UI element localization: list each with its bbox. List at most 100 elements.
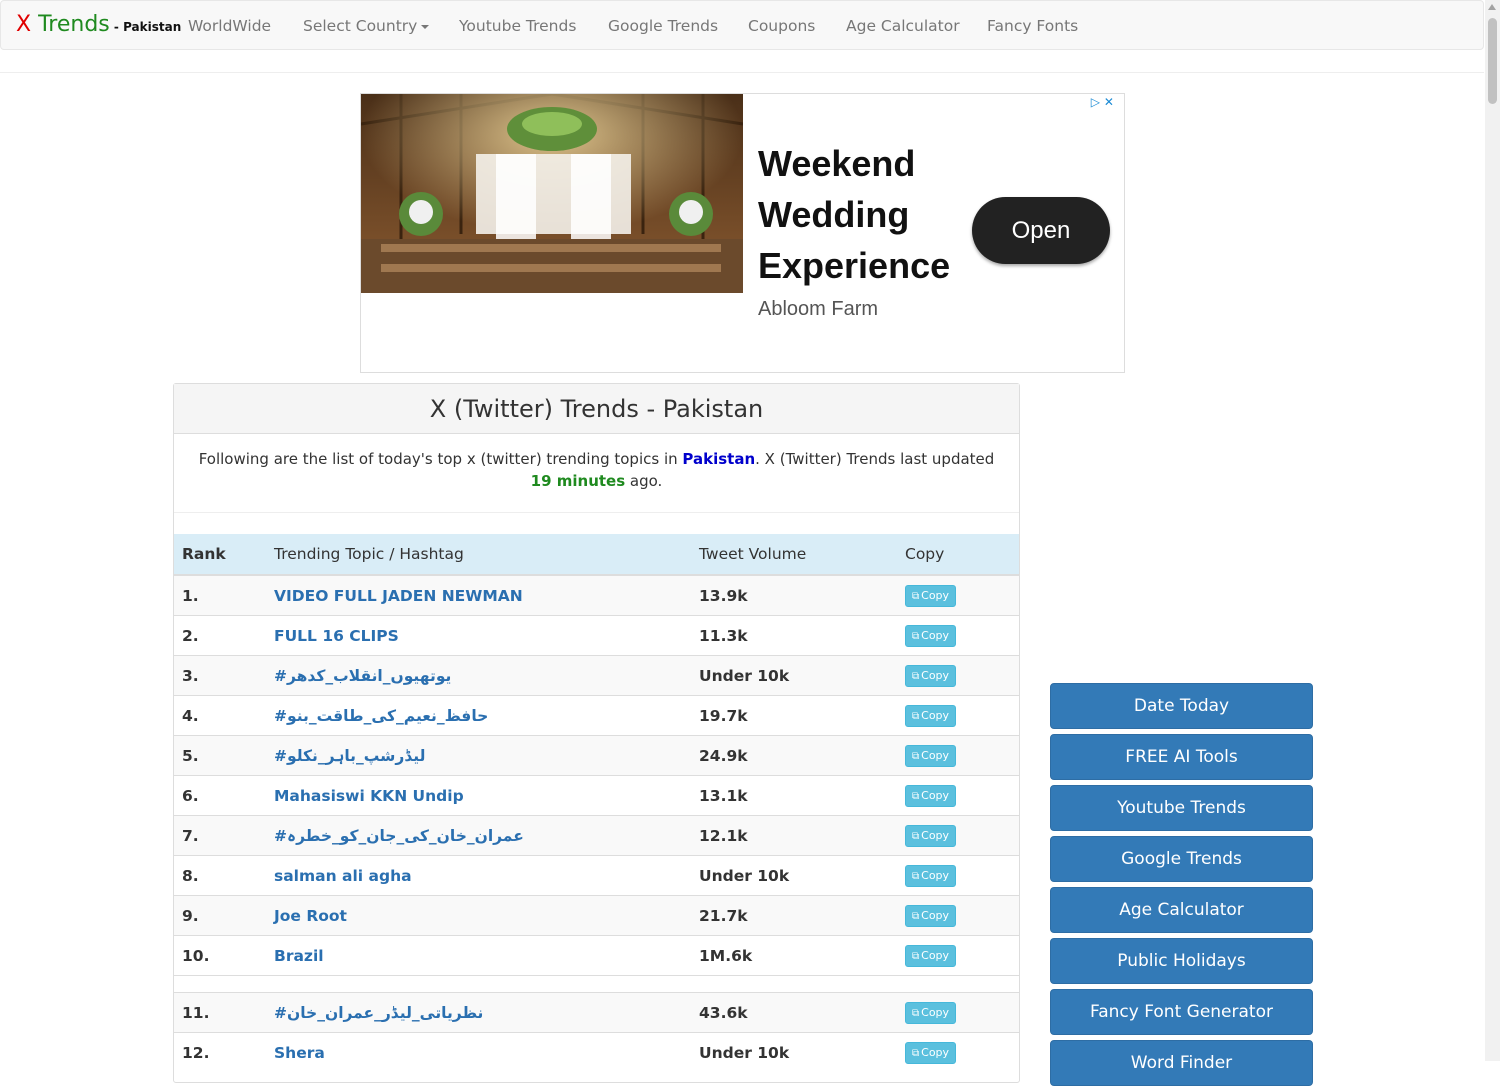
copy-icon: ⧉ [912, 830, 920, 842]
ad-image[interactable] [361, 94, 743, 293]
brand-logo[interactable]: X Trends - Pakistan [16, 12, 181, 37]
topic-link[interactable]: Shera [274, 1044, 325, 1062]
copy-button[interactable]: ⧉ Copy [905, 1041, 957, 1064]
copy-icon: ⧉ [912, 790, 920, 802]
rank-cell: 1. [174, 574, 266, 616]
page-scrollbar[interactable] [1485, 0, 1500, 1061]
volume-cell: 1M.6k [691, 935, 897, 976]
copy-icon: ⧉ [912, 590, 920, 602]
sidebar-button-free-ai-tools[interactable]: FREE AI Tools [1050, 734, 1313, 780]
scroll-up-icon[interactable] [1488, 4, 1496, 10]
volume-cell: Under 10k [691, 655, 897, 696]
copy-button[interactable]: ⧉ Copy [905, 664, 957, 687]
volume-cell: 43.6k [691, 992, 897, 1033]
copy-button[interactable]: ⧉ Copy [905, 584, 957, 607]
panel-title: X (Twitter) Trends - Pakistan [174, 384, 1019, 434]
nav-coupons[interactable]: Coupons [748, 17, 815, 35]
copy-cell: ⧉ Copy [897, 935, 1019, 976]
copy-button[interactable]: ⧉ Copy [905, 1001, 957, 1024]
topic-link[interactable]: #لیڈرشپ_باہر_نکلو [274, 747, 425, 765]
volume-cell: Under 10k [691, 855, 897, 896]
topic-link[interactable]: #یوتھیوں_انقلاب_کدھر [274, 667, 451, 685]
sidebar-button-youtube-trends[interactable]: Youtube Trends [1050, 785, 1313, 831]
nav-youtube-trends[interactable]: Youtube Trends [459, 17, 576, 35]
copy-button[interactable]: ⧉ Copy [905, 944, 957, 967]
country-name: Pakistan [682, 450, 756, 468]
table-spacer-row [174, 975, 1019, 993]
intro-post: ago. [625, 472, 663, 490]
table-row: 6. Mahasiswi KKN Undip 13.1k ⧉ Copy [174, 775, 1019, 816]
rank-cell: 12. [174, 1032, 266, 1072]
table-row: 3. #یوتھیوں_انقلاب_کدھر Under 10k ⧉ Copy [174, 655, 1019, 696]
topic-link[interactable]: FULL 16 CLIPS [274, 627, 399, 645]
sidebar-button-word-finder[interactable]: Word Finder [1050, 1040, 1313, 1086]
copy-button[interactable]: ⧉ Copy [905, 704, 957, 727]
topic-link[interactable]: Joe Root [274, 907, 347, 925]
copy-label: Copy [921, 588, 950, 602]
brand-country: - Pakistan [109, 20, 182, 34]
copy-label: Copy [921, 948, 950, 962]
sidebar-button-google-trends[interactable]: Google Trends [1050, 836, 1313, 882]
intro-pre: Following are the list of today's top x … [198, 450, 683, 468]
topic-link[interactable]: #حافظ_نعیم_کی_طاقت_بنو [274, 707, 488, 725]
topic-cell: Mahasiswi KKN Undip [266, 775, 691, 816]
ad-choices-icon[interactable]: ▷✕ [1091, 95, 1118, 109]
scrollbar-thumb[interactable] [1488, 18, 1497, 104]
topic-cell: VIDEO FULL JADEN NEWMAN [266, 574, 691, 616]
nav-google-trends[interactable]: Google Trends [608, 17, 718, 35]
brand-trends: Trends [31, 12, 110, 37]
topic-link[interactable]: VIDEO FULL JADEN NEWMAN [274, 587, 523, 605]
divider [0, 72, 1484, 73]
topic-cell: FULL 16 CLIPS [266, 615, 691, 656]
table-row: 4. #حافظ_نعیم_کی_طاقت_بنو 19.7k ⧉ Copy [174, 695, 1019, 736]
topic-link[interactable]: salman ali agha [274, 867, 412, 885]
copy-label: Copy [921, 628, 950, 642]
copy-label: Copy [921, 1045, 950, 1059]
table-row: 8. salman ali agha Under 10k ⧉ Copy [174, 855, 1019, 896]
copy-cell: ⧉ Copy [897, 574, 1019, 616]
trends-table: Rank Trending Topic / Hashtag Tweet Volu… [174, 534, 1019, 1072]
topic-link[interactable]: Mahasiswi KKN Undip [274, 787, 464, 805]
copy-button[interactable]: ⧉ Copy [905, 904, 957, 927]
volume-cell: Under 10k [691, 1032, 897, 1072]
nav-age-calculator[interactable]: Age Calculator [846, 17, 960, 35]
nav-worldwide[interactable]: WorldWide [188, 17, 271, 35]
copy-label: Copy [921, 668, 950, 682]
topic-link[interactable]: #نظریاتی_لیڈر_عمران_خان [274, 1004, 483, 1022]
topic-link[interactable]: #عمران_خان_کی_جان_کو_خطرہ [274, 827, 524, 845]
copy-icon: ⧉ [912, 1007, 920, 1019]
intro-mid: . X (Twitter) Trends last updated [755, 450, 995, 468]
rank-cell: 5. [174, 735, 266, 776]
volume-cell: 21.7k [691, 895, 897, 936]
sidebar-button-age-calculator[interactable]: Age Calculator [1050, 887, 1313, 933]
last-updated: 19 minutes [530, 472, 626, 490]
copy-button[interactable]: ⧉ Copy [905, 744, 957, 767]
sidebar-button-public-holidays[interactable]: Public Holidays [1050, 938, 1313, 984]
header-topic: Trending Topic / Hashtag [266, 534, 691, 576]
copy-icon: ⧉ [912, 710, 920, 722]
copy-button[interactable]: ⧉ Copy [905, 624, 957, 647]
table-row: 7. #عمران_خان_کی_جان_کو_خطرہ 12.1k ⧉ Copy [174, 815, 1019, 856]
header-rank: Rank [174, 534, 266, 576]
topic-cell: #عمران_خان_کی_جان_کو_خطرہ [266, 815, 691, 856]
rank-cell: 7. [174, 815, 266, 856]
topic-link[interactable]: Brazil [274, 947, 324, 965]
ad-advertiser[interactable]: Abloom Farm [758, 298, 878, 321]
advertisement[interactable]: ▷✕ Weekend Wedding Experience Abloom Far… [360, 93, 1125, 373]
copy-button[interactable]: ⧉ Copy [905, 784, 957, 807]
copy-button[interactable]: ⧉ Copy [905, 864, 957, 887]
topic-cell: Brazil [266, 935, 691, 976]
copy-cell: ⧉ Copy [897, 695, 1019, 736]
copy-button[interactable]: ⧉ Copy [905, 824, 957, 847]
sidebar-button-fancy-font-generator[interactable]: Fancy Font Generator [1050, 989, 1313, 1035]
header-volume: Tweet Volume [691, 534, 897, 576]
topic-cell: salman ali agha [266, 855, 691, 896]
ad-open-button[interactable]: Open [972, 197, 1110, 264]
topic-cell: #حافظ_نعیم_کی_طاقت_بنو [266, 695, 691, 736]
ad-title[interactable]: Weekend Wedding Experience [758, 138, 968, 291]
sidebar-button-date-today[interactable]: Date Today [1050, 683, 1313, 729]
table-row: 5. #لیڈرشپ_باہر_نکلو 24.9k ⧉ Copy [174, 735, 1019, 776]
nav-fancy-fonts[interactable]: Fancy Fonts [987, 17, 1078, 35]
nav-select-country[interactable]: Select Country [303, 17, 430, 35]
topic-cell: #یوتھیوں_انقلاب_کدھر [266, 655, 691, 696]
